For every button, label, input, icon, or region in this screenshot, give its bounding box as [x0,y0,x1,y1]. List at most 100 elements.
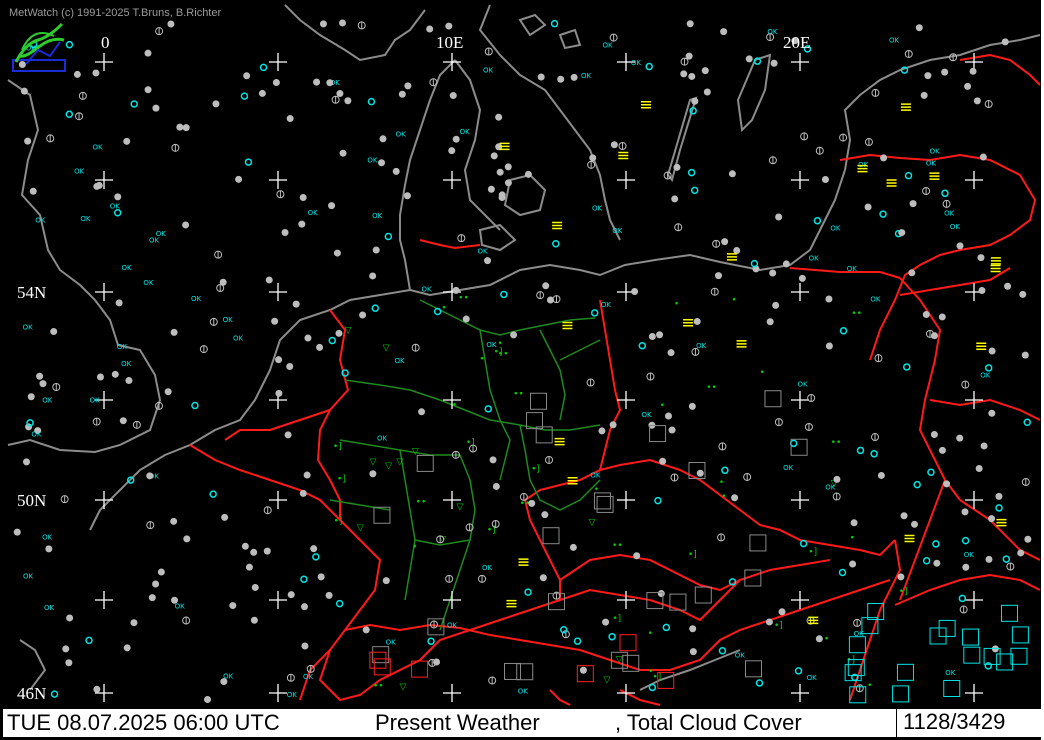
cloud-cover-symbol [933,559,941,567]
station-ok-label: OK [143,279,154,287]
present-weather-symbol: •] [612,614,621,624]
cloud-cover-symbol [570,73,578,81]
cloud-cover-symbol [250,616,258,624]
cloud-cover-symbol [243,72,251,80]
cloud-cover-symbol [720,28,728,36]
cloud-cover-symbol [328,202,336,210]
cloud-cover-symbol [303,471,311,479]
cloud-cover-symbol [778,608,786,616]
cloud-cover-symbol [219,278,227,286]
cloud-cover-symbol [426,25,434,33]
cloud-cover-symbol [770,59,778,67]
cloud-cover-symbol [589,154,597,162]
cloud-cover-symbol [148,594,156,602]
cloud-cover-symbol [691,97,699,105]
cloud-cover-symbol [988,347,996,355]
cloud-cover-symbol [182,124,190,132]
present-weather-symbol: ∙ [674,299,680,309]
product-name-secondary: , Total Cloud Cover [615,710,802,735]
station-ok-label: OK [156,230,167,238]
cloud-cover-symbol [13,528,21,536]
cloud-cover-symbol [825,295,833,303]
cloud-cover-symbol [339,19,347,27]
cloud-cover-symbol [496,168,504,176]
present-weather-symbol: •] [846,655,855,665]
cloud-cover-symbol [170,328,178,336]
cloud-cover-symbol [92,69,100,77]
cloud-cover-symbol [671,195,679,203]
station-ok-label: OK [980,371,991,379]
product-name: Present Weather [375,710,540,735]
cloud-cover-symbol [1021,351,1029,359]
cloud-cover-symbol [281,228,289,236]
station-ok-label: OK [783,464,794,472]
cloud-cover-symbol [286,363,294,371]
cloud-cover-symbol [301,642,309,650]
cloud-cover-symbol [250,548,258,556]
cloud-cover-symbol [539,574,547,582]
present-weather-symbol: •] [688,550,697,560]
cloud-cover-symbol [980,442,988,450]
cloud-cover-symbol [703,88,711,96]
present-weather-symbol: •• [831,438,842,448]
cloud-cover-symbol [498,194,506,202]
station-ok-label: OK [121,360,132,368]
cloud-cover-symbol [504,179,512,187]
cloud-cover-symbol [772,301,780,309]
cloud-cover-symbol [943,480,951,488]
cloud-cover-symbol [1001,38,1009,46]
cloud-cover-symbol [167,20,175,28]
cloud-cover-symbol [898,229,906,237]
cloud-cover-symbol [765,618,773,626]
cloud-cover-symbol [316,343,324,351]
cloud-cover-symbol [849,560,857,568]
cloud-cover-symbol [766,318,774,326]
station-ok-label: OK [42,534,53,542]
station-ok-label: OK [31,431,42,439]
present-weather-symbol: ▽ [396,458,403,468]
station-ok-label: OK [377,435,388,443]
station-ok-label: OK [23,573,34,581]
station-ok-label: OK [930,147,941,155]
cloud-cover-symbol [656,331,664,339]
cloud-cover-symbol [686,20,694,28]
cloud-cover-symbol [382,577,390,585]
cloud-cover-symbol [1004,282,1012,290]
cloud-cover-symbol [359,311,367,319]
station-ok-label: OK [74,168,85,176]
cloud-cover-symbol [317,573,325,581]
cloud-cover-symbol [319,20,327,28]
present-weather-symbol: • [412,542,417,552]
present-weather-symbol: ▽ [616,655,623,665]
cloud-cover-symbol [369,272,377,280]
cloud-cover-symbol [610,141,618,149]
cloud-cover-symbol [20,87,28,95]
weather-map[interactable]: •]OKOK•]•]▽OK∙OK∙OKOK••▽•OKOKOKOKOK∙••••… [0,0,1044,740]
cloud-cover-symbol [908,269,916,277]
present-weather-symbol: •] [494,348,503,358]
copyright-text: MetWatch (c) 1991-2025 T.Bruns, B.Richte… [9,7,222,19]
cloud-cover-symbol [924,72,932,80]
cloud-cover-symbol [956,434,964,442]
cloud-cover-symbol [821,176,829,184]
cloud-cover-symbol [701,67,709,75]
cloud-cover-symbol [404,82,412,90]
present-weather-symbol: •] [653,672,662,682]
cloud-cover-symbol [969,67,977,75]
cloud-cover-symbol [524,170,532,178]
cloud-cover-symbol [310,545,318,553]
cloud-cover-symbol [930,332,938,340]
present-weather-symbol: • [824,635,829,645]
present-weather-symbol: ▽ [370,457,377,467]
station-ok-label: OK [303,673,314,681]
cloud-cover-symbol [449,92,457,100]
present-weather-symbol: ▽ [456,502,463,512]
station-ok-label: OK [90,396,101,404]
cloud-cover-symbol [962,563,970,571]
cloud-cover-symbol [598,427,606,435]
station-ok-label: OK [518,687,529,695]
cloud-cover-symbol [988,515,996,523]
cloud-cover-symbol [336,90,344,98]
cloud-cover-symbol [403,192,411,200]
station-ok-label: OK [478,247,489,255]
